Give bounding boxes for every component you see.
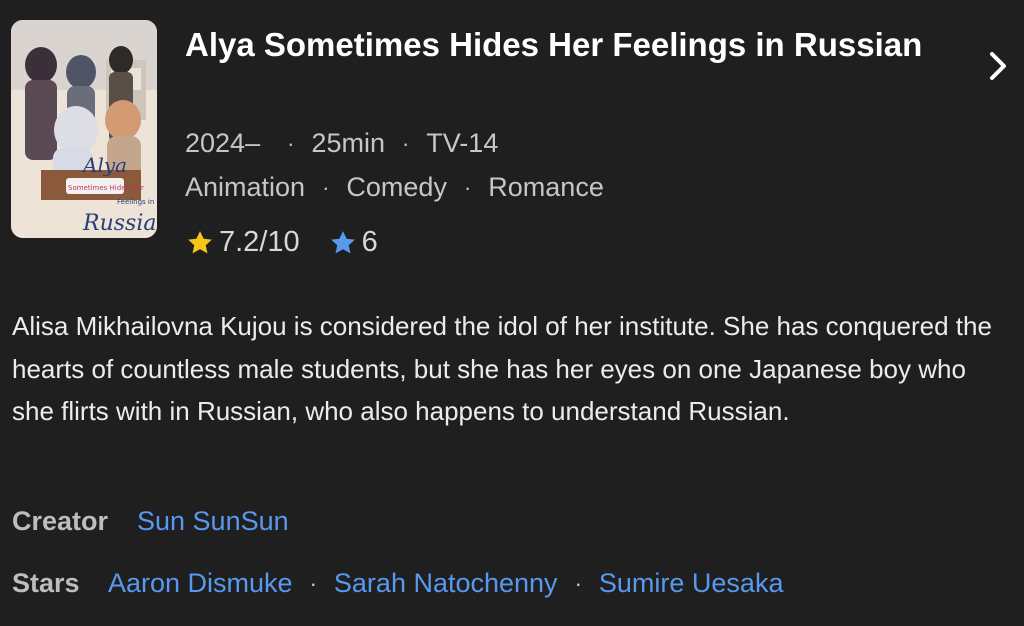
user-rating-button[interactable]: 6 xyxy=(328,226,378,259)
imdb-star-icon xyxy=(188,230,212,253)
separator-dot: · xyxy=(401,130,410,156)
meta-row: 2024– · 25min · TV-14 xyxy=(185,128,498,159)
chevron-right-icon[interactable] xyxy=(980,48,1016,84)
separator-dot: · xyxy=(574,570,582,596)
separator-dot: · xyxy=(322,174,330,200)
stars-row: Stars Aaron Dismuke · Sarah Natochenny ·… xyxy=(12,568,783,599)
poster-logo-subtitle: Sometimes Hides Her xyxy=(68,184,144,192)
genre-item: Comedy xyxy=(346,172,447,202)
plot-summary: Alisa Mikhailovna Kujou is considered th… xyxy=(12,311,992,426)
genre-list: Animation · Comedy · Romance xyxy=(185,172,604,203)
poster-logo-subtitle-2: Feelings in xyxy=(117,198,154,206)
poster-image[interactable]: Alya Sometimes Hides Her Feelings in Rus… xyxy=(11,20,157,238)
title-detail-card: Alya Sometimes Hides Her Feelings in Rus… xyxy=(0,0,1024,626)
creator-link[interactable]: Sun SunSun xyxy=(137,506,289,537)
poster-artwork: Alya Sometimes Hides Her Feelings in Rus… xyxy=(11,20,157,238)
stars-label: Stars xyxy=(12,568,80,598)
creator-label: Creator xyxy=(12,506,109,536)
separator-dot: · xyxy=(309,570,317,596)
separator-dot: · xyxy=(463,174,472,200)
star-link[interactable]: Sarah Natochenny xyxy=(334,568,558,599)
poster-logo-alya: Alya xyxy=(81,153,127,177)
genre-item: Romance xyxy=(488,172,604,202)
user-star-icon xyxy=(330,230,355,253)
star-link[interactable]: Sumire Uesaka xyxy=(599,568,784,599)
separator-dot: · xyxy=(287,130,295,156)
certificate: TV-14 xyxy=(426,128,499,158)
star-link[interactable]: Aaron Dismuke xyxy=(108,568,293,599)
user-rating-value: 6 xyxy=(361,226,378,258)
release-year: 2024– xyxy=(185,128,261,158)
runtime: 25min xyxy=(311,128,385,158)
imdb-rating: 7.2/10 xyxy=(219,226,300,258)
creator-row: Creator Sun SunSun xyxy=(12,506,289,537)
poster-logo-russian: Russian xyxy=(82,211,157,236)
ratings-row: 7.2/10 6 xyxy=(185,226,378,259)
page-title: Alya Sometimes Hides Her Feelings in Rus… xyxy=(185,26,923,63)
genre-item: Animation xyxy=(185,172,306,202)
